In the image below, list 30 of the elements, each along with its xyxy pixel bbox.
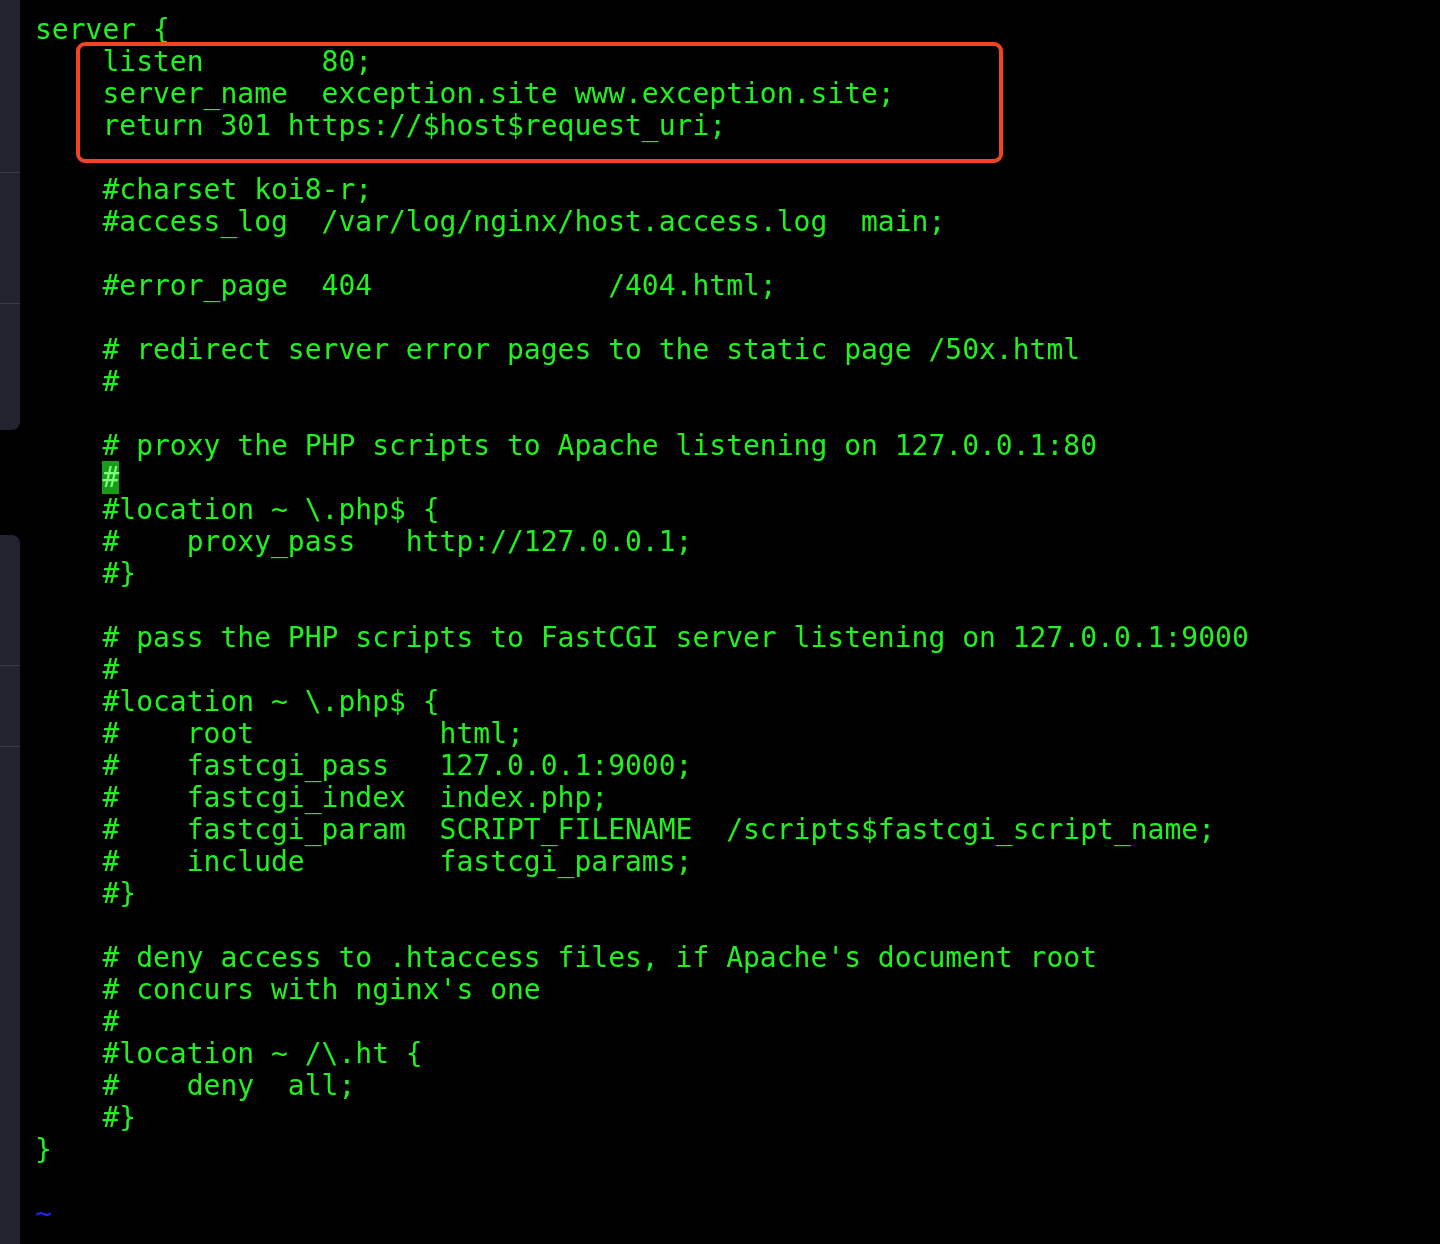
code-line: # fastcgi_param SCRIPT_FILENAME /scripts$fastcgi_script_name; (101, 814, 1216, 846)
code-line: # (101, 366, 120, 398)
code-line: return 301 https://$host$request_uri; (101, 110, 727, 142)
code-line: # concurs with nginx's one (101, 974, 541, 1006)
code-line: # fastcgi_pass 127.0.0.1:9000; (101, 750, 693, 782)
code-line: server { (35, 14, 170, 46)
code-line: #location ~ \.php$ { (101, 686, 440, 718)
code-line: # (101, 654, 120, 686)
code-line: # proxy_pass http://127.0.0.1; (101, 526, 693, 558)
code-line: # root html; (101, 718, 524, 750)
code-line: listen 80; (101, 46, 373, 78)
code-line: # pass the PHP scripts to FastCGI server listening on 127.0.0.1:9000 (101, 622, 1249, 654)
code-line: #} (101, 558, 137, 590)
code-line: # fastcgi_index index.php; (101, 782, 609, 814)
code-line: } (35, 1134, 52, 1166)
code-line: # include fastcgi_params; (101, 846, 693, 878)
code-line: # deny access to .htaccess files, if Apache's document root (101, 942, 1098, 974)
code-line: # proxy the PHP scripts to Apache listening on 127.0.0.1:80 (101, 430, 1098, 462)
code-line: #} (101, 1102, 137, 1134)
code-line: # deny all; (101, 1070, 356, 1102)
code-line: #access_log /var/log/nginx/host.access.log main; (101, 206, 946, 238)
code-line: #location ~ \.php$ { (101, 494, 440, 526)
code-line: #error_page 404 /404.html; (101, 270, 777, 302)
code-line: # redirect server error pages to the static page /50x.html (101, 334, 1081, 366)
code-line: #} (101, 878, 137, 910)
code-line: #charset koi8-r; (101, 174, 373, 206)
empty-line-marker: ~ (35, 1198, 52, 1230)
code-line: #location ~ /\.ht { (101, 1038, 423, 1070)
code-line: # (101, 1006, 120, 1038)
code-line: server_name exception.site www.exception.site; (101, 78, 895, 110)
